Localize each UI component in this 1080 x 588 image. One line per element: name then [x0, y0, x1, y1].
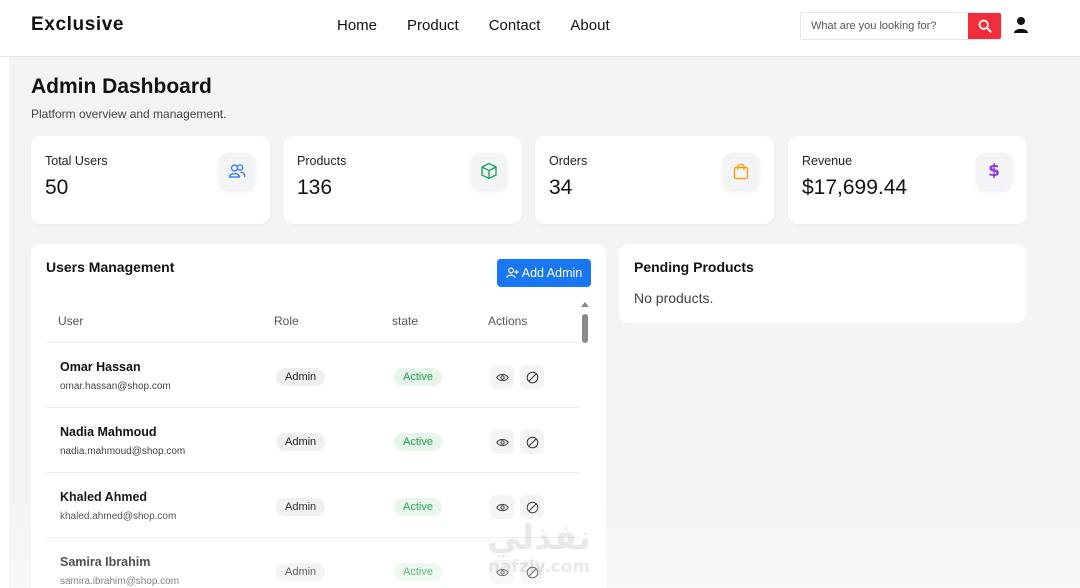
users-icon	[219, 153, 255, 189]
status-badge: Active	[394, 498, 442, 516]
block-button[interactable]	[520, 430, 544, 454]
role-badge: Admin	[276, 498, 326, 516]
table-scrollbar[interactable]	[580, 302, 590, 346]
eye-icon	[495, 438, 509, 446]
column-header-actions: Actions	[488, 314, 528, 328]
nav-contact-link[interactable]: Contact	[489, 17, 541, 34]
main-nav: Home Product Contact About	[337, 17, 640, 34]
column-header-user: User	[58, 314, 84, 328]
left-edge	[0, 57, 9, 588]
ban-icon	[526, 566, 538, 578]
stat-card-total-users: Total Users 50	[31, 136, 270, 224]
table-row: Samira Ibrahim samira.ibrahim@shop.com A…	[46, 537, 580, 588]
role-badge: Admin	[276, 368, 326, 386]
ban-icon	[526, 436, 538, 448]
stat-value: 34	[549, 176, 573, 199]
pending-products-panel: Pending Products No products.	[619, 244, 1026, 323]
search-button[interactable]	[968, 13, 1001, 39]
scroll-thumb[interactable]	[582, 314, 588, 343]
user-name: Nadia Mahmoud	[60, 425, 157, 439]
add-user-icon	[506, 267, 519, 279]
ban-icon	[526, 371, 538, 383]
column-header-state: state	[392, 314, 419, 328]
pending-products-title: Pending Products	[634, 259, 754, 275]
users-management-title: Users Management	[46, 259, 175, 275]
user-name: Khaled Ahmed	[60, 490, 148, 504]
nav-home-link[interactable]: Home	[337, 17, 377, 34]
top-navbar: Exclusive Home Product Contact About	[0, 0, 1080, 57]
view-button[interactable]	[490, 365, 514, 389]
user-name: Samira Ibrahim	[60, 555, 151, 569]
status-badge: Active	[394, 368, 442, 386]
user-email: samira.ibrahim@shop.com	[60, 576, 180, 587]
users-management-panel: Users Management Add Admin User Role sta…	[31, 244, 606, 588]
user-name: Omar Hassan	[60, 360, 141, 374]
stat-value: 50	[45, 176, 69, 199]
scroll-up-arrow-icon[interactable]	[581, 302, 589, 307]
stat-card-revenue: Revenue $17,699.44 $	[788, 136, 1027, 224]
stat-label: Products	[297, 154, 347, 168]
user-email: khaled.ahmed@shop.com	[60, 511, 177, 522]
shopping-bag-icon	[723, 153, 759, 189]
stat-label: Orders	[549, 154, 588, 168]
stat-label: Total Users	[45, 154, 108, 168]
status-badge: Active	[394, 433, 442, 451]
table-row: Omar Hassan omar.hassan@shop.com Admin A…	[46, 342, 580, 407]
pending-empty-message: No products.	[634, 290, 714, 306]
view-button[interactable]	[490, 430, 514, 454]
stat-value: $17,699.44	[802, 176, 908, 199]
dollar-icon: $	[976, 153, 1012, 189]
status-badge: Active	[394, 563, 442, 581]
stat-card-products: Products 136	[283, 136, 522, 224]
stat-card-orders: Orders 34	[535, 136, 774, 224]
search-icon	[978, 19, 992, 33]
column-header-role: Role	[274, 314, 299, 328]
stat-label: Revenue	[802, 154, 853, 168]
view-button[interactable]	[490, 560, 514, 584]
view-button[interactable]	[490, 495, 514, 519]
search-input[interactable]	[801, 13, 970, 39]
user-account-icon[interactable]	[1013, 16, 1029, 34]
block-button[interactable]	[520, 365, 544, 389]
eye-icon	[495, 373, 509, 381]
nav-about-link[interactable]: About	[570, 17, 609, 34]
page-subtitle: Platform overview and management.	[31, 107, 227, 121]
table-row: Khaled Ahmed khaled.ahmed@shop.com Admin…	[46, 472, 580, 537]
user-email: omar.hassan@shop.com	[60, 381, 171, 392]
logo[interactable]: Exclusive	[31, 14, 124, 36]
search-box	[800, 12, 1002, 40]
block-button[interactable]	[520, 495, 544, 519]
user-email: nadia.mahmoud@shop.com	[60, 446, 186, 457]
ban-icon	[526, 501, 538, 513]
nav-product-link[interactable]: Product	[407, 17, 459, 34]
role-badge: Admin	[276, 563, 326, 581]
stat-value: 136	[297, 176, 333, 199]
add-admin-button[interactable]: Add Admin	[497, 259, 591, 287]
eye-icon	[495, 503, 509, 511]
add-admin-label: Add Admin	[521, 266, 583, 280]
eye-icon	[495, 568, 509, 576]
box-icon	[471, 153, 507, 189]
role-badge: Admin	[276, 433, 326, 451]
block-button[interactable]	[520, 560, 544, 584]
table-row: Nadia Mahmoud nadia.mahmoud@shop.com Adm…	[46, 407, 580, 472]
page-title: Admin Dashboard	[31, 75, 212, 98]
